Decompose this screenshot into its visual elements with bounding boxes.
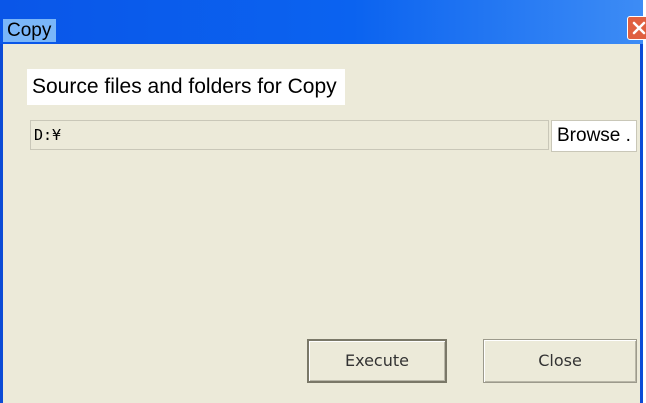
close-icon (632, 21, 646, 35)
source-heading: Source files and folders for Copy (27, 69, 345, 105)
copy-dialog-window: Copy Source files and folders for Copy B… (0, 0, 646, 403)
title-bar[interactable]: Copy (0, 0, 646, 44)
execute-button[interactable]: Execute (307, 339, 447, 383)
window-title: Copy (3, 19, 57, 42)
close-button[interactable]: Close (483, 339, 637, 383)
source-path-input[interactable] (30, 120, 549, 150)
window-close-button[interactable] (627, 16, 646, 40)
browse-button[interactable]: Browse . (551, 120, 637, 152)
